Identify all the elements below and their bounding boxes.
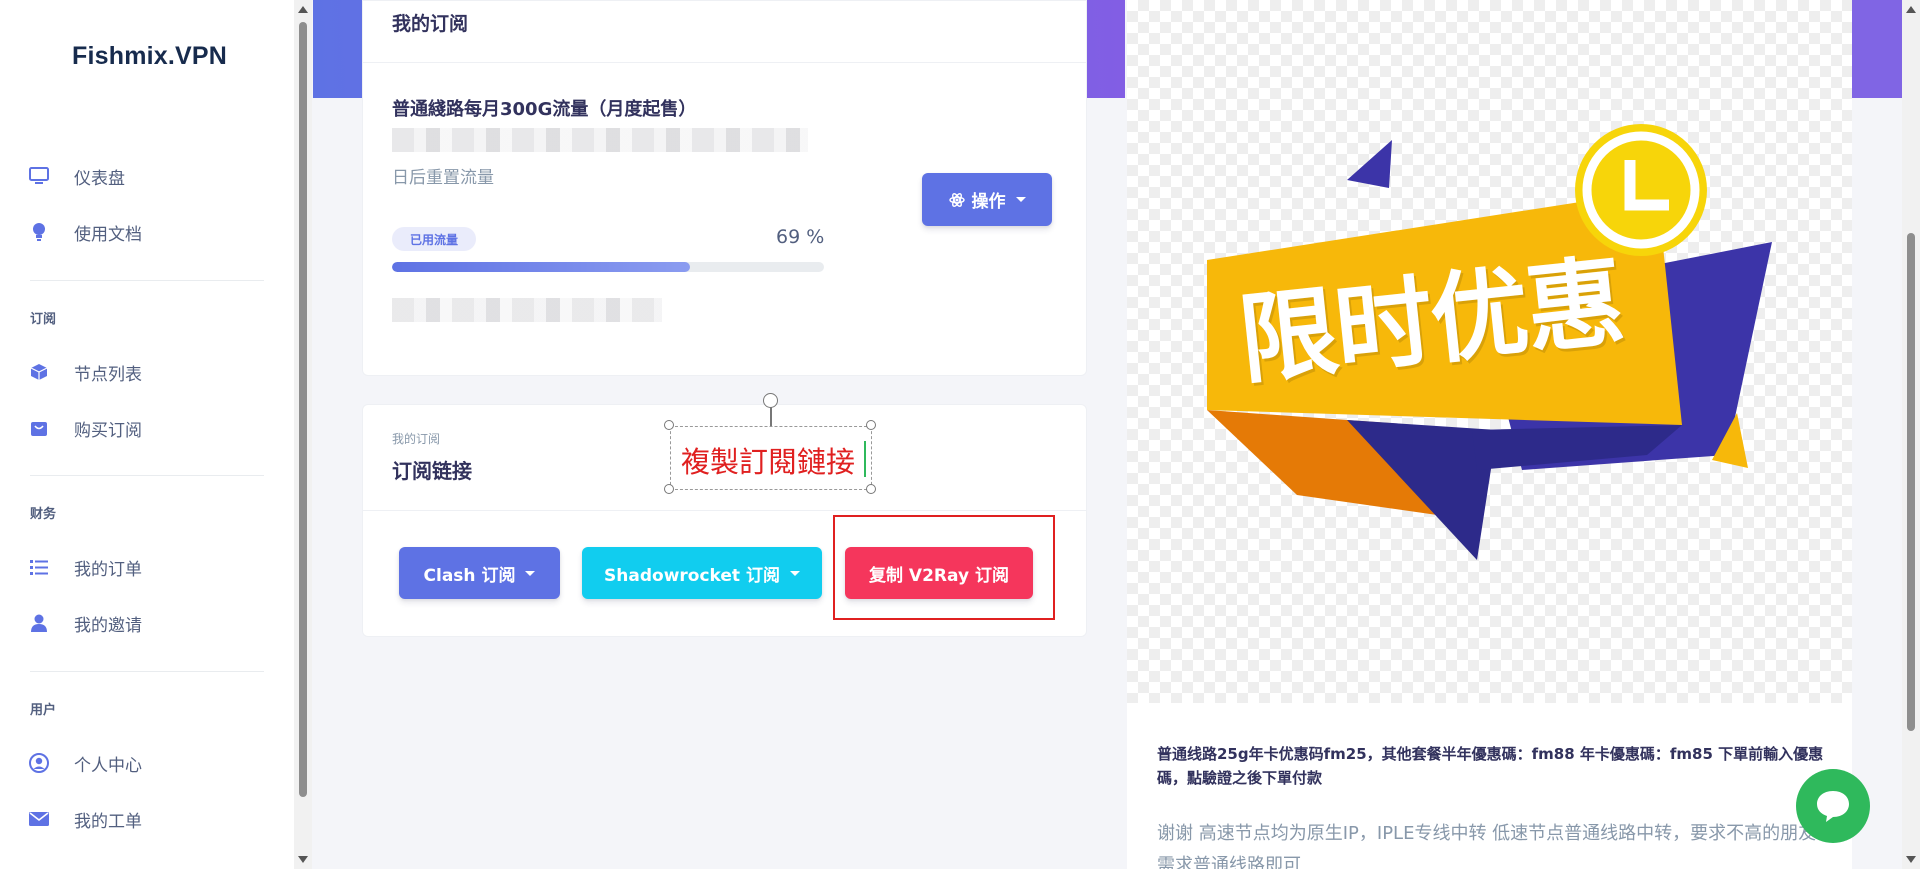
monitor-icon bbox=[28, 165, 50, 187]
clash-subscribe-button[interactable]: Clash 订阅 bbox=[399, 547, 560, 599]
chevron-down-icon bbox=[1015, 197, 1026, 202]
redacted-expiry bbox=[392, 128, 808, 152]
link-card-subtitle: 我的订阅 bbox=[392, 432, 441, 446]
shadowrocket-button-label: Shadowrocket 订阅 bbox=[604, 565, 780, 586]
divider bbox=[363, 62, 1086, 63]
sidebar-item-label: 个人中心 bbox=[74, 755, 142, 776]
shadowrocket-subscribe-button[interactable]: Shadowrocket 订阅 bbox=[582, 547, 822, 599]
lightbulb-icon bbox=[28, 221, 50, 243]
list-icon bbox=[28, 556, 50, 578]
text-cursor bbox=[864, 441, 866, 477]
sidebar-item-profile[interactable]: 个人中心 bbox=[28, 748, 142, 778]
divider bbox=[30, 280, 264, 281]
promo-card: 限时优惠 普通线路25g年卡优惠码fm25，其他套餐半年優惠碼：fm88 年卡優… bbox=[1127, 0, 1852, 869]
scroll-up-icon[interactable] bbox=[1906, 6, 1916, 13]
promo-body: 谢谢 高速节点均为原生IP，IPLE专线中转 低速节点普通线路中转，要求不高的朋… bbox=[1157, 823, 1817, 869]
resize-handle[interactable] bbox=[866, 484, 876, 494]
divider bbox=[30, 671, 264, 672]
rotate-handle[interactable] bbox=[763, 393, 778, 408]
usage-progress-bar bbox=[392, 262, 824, 272]
resize-handle[interactable] bbox=[866, 420, 876, 430]
sidebar-item-orders[interactable]: 我的订单 bbox=[28, 552, 142, 582]
sidebar-item-label: 购买订阅 bbox=[74, 420, 142, 441]
actions-button-label: 操作 bbox=[971, 192, 1006, 212]
annotation-text[interactable]: 複製訂閱鏈接 bbox=[681, 439, 855, 481]
subscription-card-title: 我的订阅 bbox=[392, 13, 469, 35]
scroll-up-icon[interactable] bbox=[298, 6, 308, 13]
usage-progress-fill bbox=[392, 262, 691, 272]
actions-dropdown-button[interactable]: 操作 bbox=[922, 173, 1052, 226]
highlight-box bbox=[833, 515, 1055, 620]
sidebar-item-dashboard[interactable]: 仪表盘 bbox=[28, 161, 125, 191]
sidebar-item-invites[interactable]: 我的邀请 bbox=[28, 608, 142, 638]
chevron-down-icon bbox=[789, 570, 800, 576]
sidebar-item-buy[interactable]: 购买订阅 bbox=[28, 413, 142, 443]
cube-icon bbox=[28, 361, 50, 383]
sidebar-item-docs[interactable]: 使用文档 bbox=[28, 217, 142, 247]
divider bbox=[30, 475, 264, 476]
sidebar-item-label: 使用文档 bbox=[74, 224, 142, 245]
redacted-info bbox=[392, 298, 662, 322]
divider bbox=[363, 510, 1086, 511]
sidebar-item-tickets[interactable]: 我的工单 bbox=[28, 804, 142, 834]
scroll-down-icon[interactable] bbox=[1906, 856, 1916, 863]
header-banner-right bbox=[1852, 0, 1902, 98]
chat-widget-button[interactable] bbox=[1796, 769, 1870, 843]
nav-heading-subscription: 订阅 bbox=[30, 312, 57, 327]
brand-logo[interactable]: Fishmix.VPN bbox=[72, 42, 227, 71]
nav-heading-user: 用户 bbox=[30, 703, 57, 718]
chevron-down-icon bbox=[525, 570, 536, 576]
resize-handle[interactable] bbox=[664, 420, 674, 430]
user-icon bbox=[28, 612, 50, 634]
promo-notice: 普通线路25g年卡优惠码fm25，其他套餐半年優惠碼：fm88 年卡優惠碼：fm… bbox=[1157, 745, 1824, 787]
sidebar-scrollbar[interactable] bbox=[294, 0, 312, 869]
annotation-textbox[interactable]: 複製訂閱鏈接 bbox=[670, 426, 872, 490]
sidebar-item-label: 仪表盘 bbox=[74, 168, 125, 189]
usage-badge: 已用流量 bbox=[392, 227, 477, 251]
envelope-icon bbox=[28, 808, 50, 830]
sidebar-item-nodes[interactable]: 节点列表 bbox=[28, 357, 142, 387]
sidebar: Fishmix.VPN 仪表盘 使用文档 订阅 节点列表 购买订阅 财务 我的订… bbox=[0, 0, 294, 869]
nav-heading-finance: 财务 bbox=[30, 507, 57, 522]
user-circle-icon bbox=[28, 752, 50, 774]
shopping-bag-icon bbox=[28, 417, 50, 439]
main-scrollbar[interactable] bbox=[1902, 0, 1920, 869]
reset-note: 日后重置流量 bbox=[392, 168, 494, 188]
atom-icon bbox=[948, 192, 965, 208]
chat-bubble-icon bbox=[1815, 789, 1851, 823]
sidebar-item-label: 我的工单 bbox=[74, 811, 142, 832]
plan-name: 普通綫路每月300G流量（月度起售） bbox=[392, 99, 697, 120]
scroll-down-icon[interactable] bbox=[298, 856, 308, 863]
sidebar-item-label: 我的订单 bbox=[74, 559, 142, 580]
scrollbar-thumb[interactable] bbox=[299, 22, 307, 797]
sidebar-item-label: 我的邀请 bbox=[74, 615, 142, 636]
clash-button-label: Clash 订阅 bbox=[423, 565, 516, 586]
link-card-title: 订阅链接 bbox=[392, 459, 472, 483]
scrollbar-thumb[interactable] bbox=[1907, 233, 1915, 731]
usage-percent: 69 % bbox=[776, 226, 825, 248]
promo-image: 限时优惠 bbox=[1127, 0, 1852, 703]
sidebar-item-label: 节点列表 bbox=[74, 364, 142, 385]
resize-handle[interactable] bbox=[664, 484, 674, 494]
